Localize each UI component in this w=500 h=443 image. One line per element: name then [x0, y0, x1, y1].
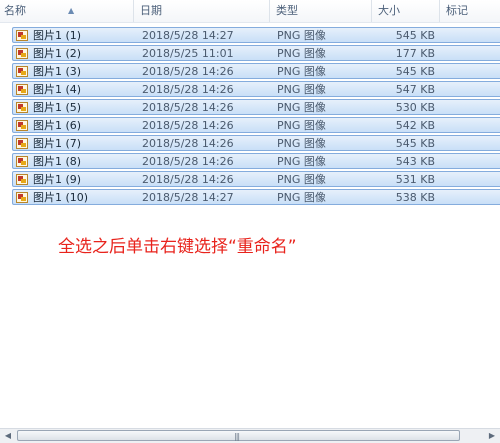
file-row[interactable]: 图片1 (10) 2018/5/28 14:27 PNG 图像 538 KB [12, 189, 500, 205]
file-name: 图片1 (8) [33, 155, 82, 168]
file-size: 542 KB [395, 119, 435, 132]
file-row[interactable]: 图片1 (3) 2018/5/28 14:26 PNG 图像 545 KB [12, 63, 500, 79]
file-size: 531 KB [395, 173, 435, 186]
file-type: PNG 图像 [277, 119, 326, 132]
file-name: 图片1 (7) [33, 137, 82, 150]
column-header-date[interactable]: 日期 [136, 0, 270, 22]
column-header-bar: 名称 ▲ 日期 类型 大小 标记 [0, 0, 500, 23]
png-file-icon [16, 120, 28, 131]
file-date: 2018/5/28 14:26 [142, 101, 234, 114]
file-date: 2018/5/28 14:26 [142, 137, 234, 150]
file-type: PNG 图像 [277, 101, 326, 114]
png-file-icon [16, 138, 28, 149]
file-date: 2018/5/28 14:27 [142, 29, 234, 42]
column-header-tags-label: 标记 [446, 4, 468, 17]
column-header-size-label: 大小 [378, 4, 400, 17]
png-file-icon [16, 66, 28, 77]
file-type: PNG 图像 [277, 29, 326, 42]
file-type: PNG 图像 [277, 137, 326, 150]
file-row[interactable]: 图片1 (1) 2018/5/28 14:27 PNG 图像 545 KB [12, 27, 500, 43]
png-file-icon [16, 48, 28, 59]
file-size: 543 KB [395, 155, 435, 168]
file-row[interactable]: 图片1 (4) 2018/5/28 14:26 PNG 图像 547 KB [12, 81, 500, 97]
file-type: PNG 图像 [277, 65, 326, 78]
file-name: 图片1 (1) [33, 29, 82, 42]
file-name: 图片1 (9) [33, 173, 82, 186]
sort-ascending-icon: ▲ [68, 6, 75, 15]
column-header-type[interactable]: 类型 [272, 0, 372, 22]
file-name: 图片1 (6) [33, 119, 82, 132]
png-file-icon [16, 30, 28, 41]
file-date: 2018/5/25 11:01 [142, 47, 234, 60]
file-row[interactable]: 图片1 (5) 2018/5/28 14:26 PNG 图像 530 KB [12, 99, 500, 115]
file-name: 图片1 (10) [33, 191, 89, 204]
file-type: PNG 图像 [277, 173, 326, 186]
png-file-icon [16, 102, 28, 113]
file-row[interactable]: 图片1 (6) 2018/5/28 14:26 PNG 图像 542 KB [12, 117, 500, 133]
file-date: 2018/5/28 14:26 [142, 83, 234, 96]
instruction-annotation: 全选之后单击右键选择“重命名” [58, 237, 297, 257]
file-date: 2018/5/28 14:26 [142, 173, 234, 186]
file-size: 538 KB [395, 191, 435, 204]
file-date: 2018/5/28 14:27 [142, 191, 234, 204]
file-date: 2018/5/28 14:26 [142, 65, 234, 78]
column-header-name-label: 名称 [4, 4, 26, 17]
png-file-icon [16, 156, 28, 167]
file-size: 547 KB [395, 83, 435, 96]
file-type: PNG 图像 [277, 191, 326, 204]
column-header-size[interactable]: 大小 [374, 0, 440, 22]
file-row[interactable]: 图片1 (9) 2018/5/28 14:26 PNG 图像 531 KB [12, 171, 500, 187]
scroll-right-icon[interactable]: ▶ [485, 430, 499, 442]
file-date: 2018/5/28 14:26 [142, 155, 234, 168]
column-header-date-label: 日期 [140, 4, 162, 17]
file-row[interactable]: 图片1 (2) 2018/5/25 11:01 PNG 图像 177 KB [12, 45, 500, 61]
file-name: 图片1 (2) [33, 47, 82, 60]
file-size: 545 KB [395, 29, 435, 42]
file-type: PNG 图像 [277, 47, 326, 60]
file-name: 图片1 (5) [33, 101, 82, 114]
png-file-icon [16, 174, 28, 185]
file-name: 图片1 (3) [33, 65, 82, 78]
file-row[interactable]: 图片1 (8) 2018/5/28 14:26 PNG 图像 543 KB [12, 153, 500, 169]
file-size: 545 KB [395, 137, 435, 150]
grip-icon: ||| [234, 432, 240, 441]
file-size: 545 KB [395, 65, 435, 78]
file-size: 530 KB [395, 101, 435, 114]
file-type: PNG 图像 [277, 155, 326, 168]
scroll-left-icon[interactable]: ◀ [1, 430, 15, 442]
file-size: 177 KB [395, 47, 435, 60]
column-header-type-label: 类型 [276, 4, 298, 17]
file-name: 图片1 (4) [33, 83, 82, 96]
file-type: PNG 图像 [277, 83, 326, 96]
png-file-icon [16, 192, 28, 203]
horizontal-scrollbar[interactable]: ◀ ||| ▶ [0, 428, 500, 443]
png-file-icon [16, 84, 28, 95]
column-header-tags[interactable]: 标记 [442, 0, 500, 22]
file-date: 2018/5/28 14:26 [142, 119, 234, 132]
file-row[interactable]: 图片1 (7) 2018/5/28 14:26 PNG 图像 545 KB [12, 135, 500, 151]
column-header-name[interactable]: 名称 ▲ [0, 0, 134, 22]
scrollbar-thumb[interactable]: ||| [17, 430, 460, 441]
